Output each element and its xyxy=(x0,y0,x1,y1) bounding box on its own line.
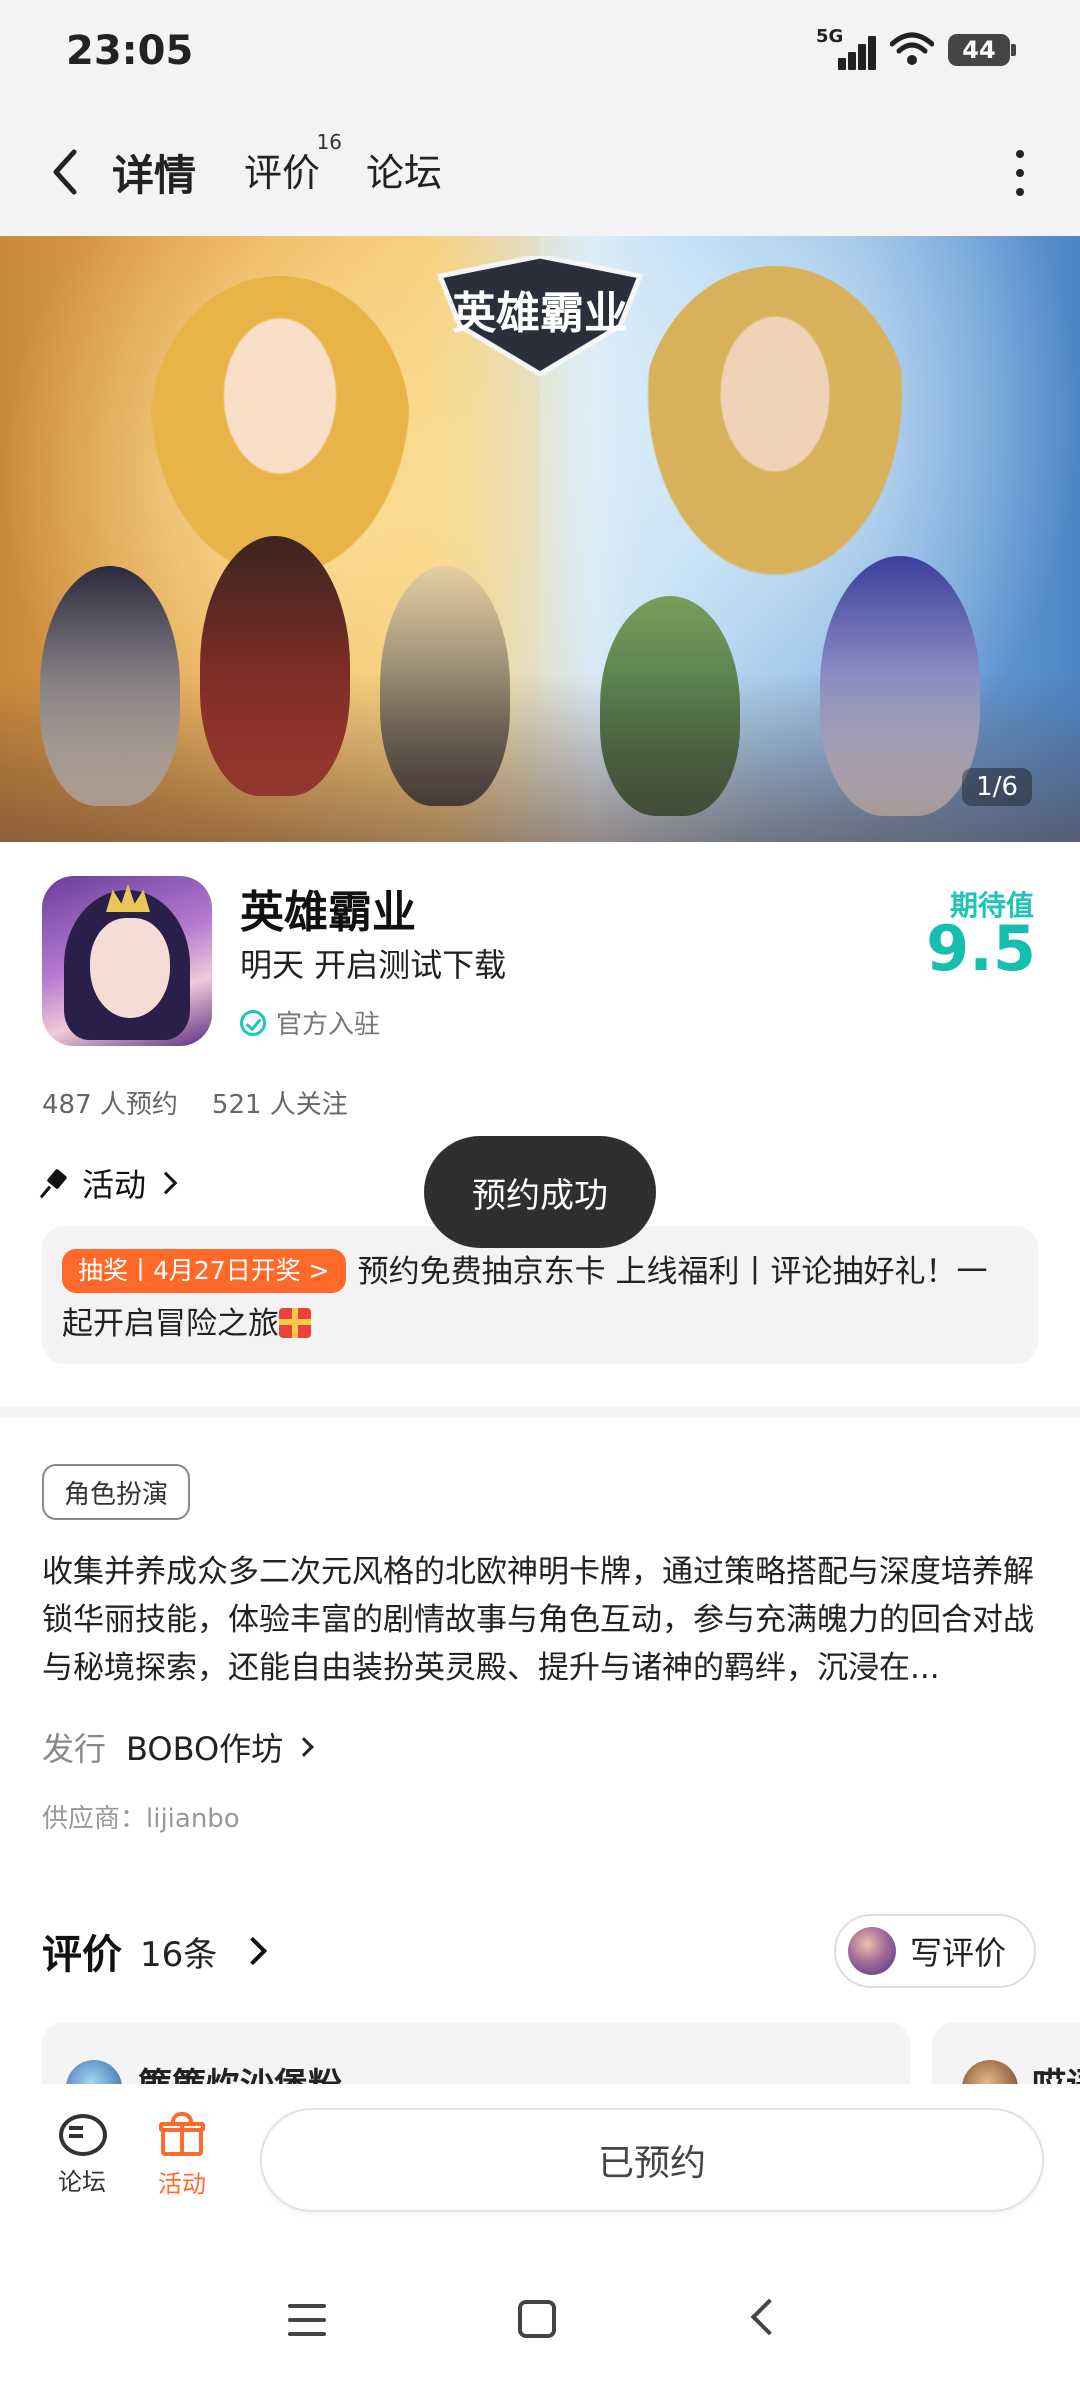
genre-tag[interactable]: 角色扮演 xyxy=(42,1464,191,1520)
hero-figure-right xyxy=(640,266,910,586)
activity-button[interactable]: 活动 xyxy=(142,2112,222,2199)
reviews-count: 16条 xyxy=(140,1934,218,1975)
status-bar: 23:05 5G 44 xyxy=(0,0,1080,110)
write-review-label: 写评价 xyxy=(909,1934,1006,1972)
avatar xyxy=(847,1927,896,1975)
activity-heading[interactable]: 活动 xyxy=(42,1160,178,1206)
gift-icon xyxy=(159,2112,205,2158)
reserved-button[interactable]: 已预约 xyxy=(260,2108,1044,2212)
write-review-button[interactable]: 写评价 xyxy=(833,1914,1036,1988)
reservation-success-toast: 预约成功 xyxy=(424,1136,656,1248)
publisher-row[interactable]: 发行 BOBO作坊 xyxy=(42,1724,315,1770)
official-label: 官方入驻 xyxy=(276,1010,381,1040)
tab-forum[interactable]: 论坛 xyxy=(366,142,442,197)
system-nav-bar xyxy=(0,2240,1080,2401)
reservation-count: 487 人预约 xyxy=(42,1090,178,1120)
svg-text:英雄霸业: 英雄霸业 xyxy=(452,288,628,339)
reviews-heading[interactable]: 评价 16条 xyxy=(42,1922,268,1980)
gift-emoji-icon xyxy=(279,1308,311,1338)
verified-check-icon xyxy=(240,1009,266,1036)
tab-reviews[interactable]: 评价 16 xyxy=(244,130,342,197)
tab-details[interactable]: 详情 xyxy=(106,142,203,209)
app-name: 英雄霸业 xyxy=(240,887,416,938)
status-icons: 5G 44 xyxy=(816,26,1016,70)
activity-heading-label: 活动 xyxy=(82,1166,147,1204)
forum-button[interactable]: 论坛 xyxy=(42,2112,122,2197)
supplier-info: 供应商：lijianbo xyxy=(42,1804,240,1834)
app-icon xyxy=(42,876,212,1046)
hero-figure-left xyxy=(150,276,410,576)
game-logo: 英雄霸业 xyxy=(436,256,644,376)
chevron-right-icon xyxy=(239,1936,268,1966)
app-launch-info: 明天 开启测试下载 xyxy=(240,946,507,984)
chat-icon xyxy=(57,2112,107,2156)
banner-counter: 1/6 xyxy=(962,768,1032,806)
activity-button-label: 活动 xyxy=(158,2170,206,2198)
nav-bar: 详情 评价 16 论坛 xyxy=(0,110,1080,236)
status-time: 23:05 xyxy=(66,28,194,74)
publisher-label: 发行 xyxy=(42,1730,107,1768)
lottery-tag: 抽奖丨4月27日开奖 > xyxy=(62,1249,346,1293)
follower-count: 521 人关注 xyxy=(211,1090,348,1120)
pin-icon xyxy=(42,1169,70,1197)
game-banner[interactable]: 英雄霸业 1/6 xyxy=(0,236,1080,842)
game-description[interactable]: 收集并养成众多二次元风格的北欧神明卡牌，通过策略搭配与深度培养解锁华丽技能，体验… xyxy=(42,1548,1038,1692)
network-type: 5G xyxy=(816,26,844,47)
back-arrow-icon[interactable] xyxy=(40,144,96,200)
reviews-title: 评价 xyxy=(42,1932,122,1978)
bottom-action-bar: 论坛 活动 已预约 xyxy=(0,2084,1080,2240)
home-icon[interactable] xyxy=(518,2300,556,2338)
publisher-name: BOBO作坊 xyxy=(126,1730,284,1768)
wifi-icon xyxy=(890,32,934,65)
recent-apps-icon[interactable] xyxy=(288,2304,326,2336)
review-count-badge: 16 xyxy=(316,130,343,154)
forum-button-label: 论坛 xyxy=(58,2168,106,2196)
battery-icon: 44 xyxy=(948,34,1016,66)
chevron-right-icon xyxy=(294,1737,315,1757)
section-divider xyxy=(0,1406,1080,1418)
system-back-icon[interactable] xyxy=(750,2298,788,2336)
tab-details-label: 详情 xyxy=(112,151,197,200)
chevron-right-icon xyxy=(154,1171,178,1195)
more-menu-icon[interactable] xyxy=(1010,150,1030,196)
official-badge: 官方入驻 xyxy=(240,1004,380,1041)
app-stats: 487 人预约 521 人关注 xyxy=(42,1084,348,1121)
signal-icon: 5G xyxy=(816,26,876,70)
tab-reviews-label: 评价 xyxy=(244,151,321,195)
tab-forum-label: 论坛 xyxy=(366,151,443,195)
score-value: 9.5 xyxy=(926,912,1036,985)
